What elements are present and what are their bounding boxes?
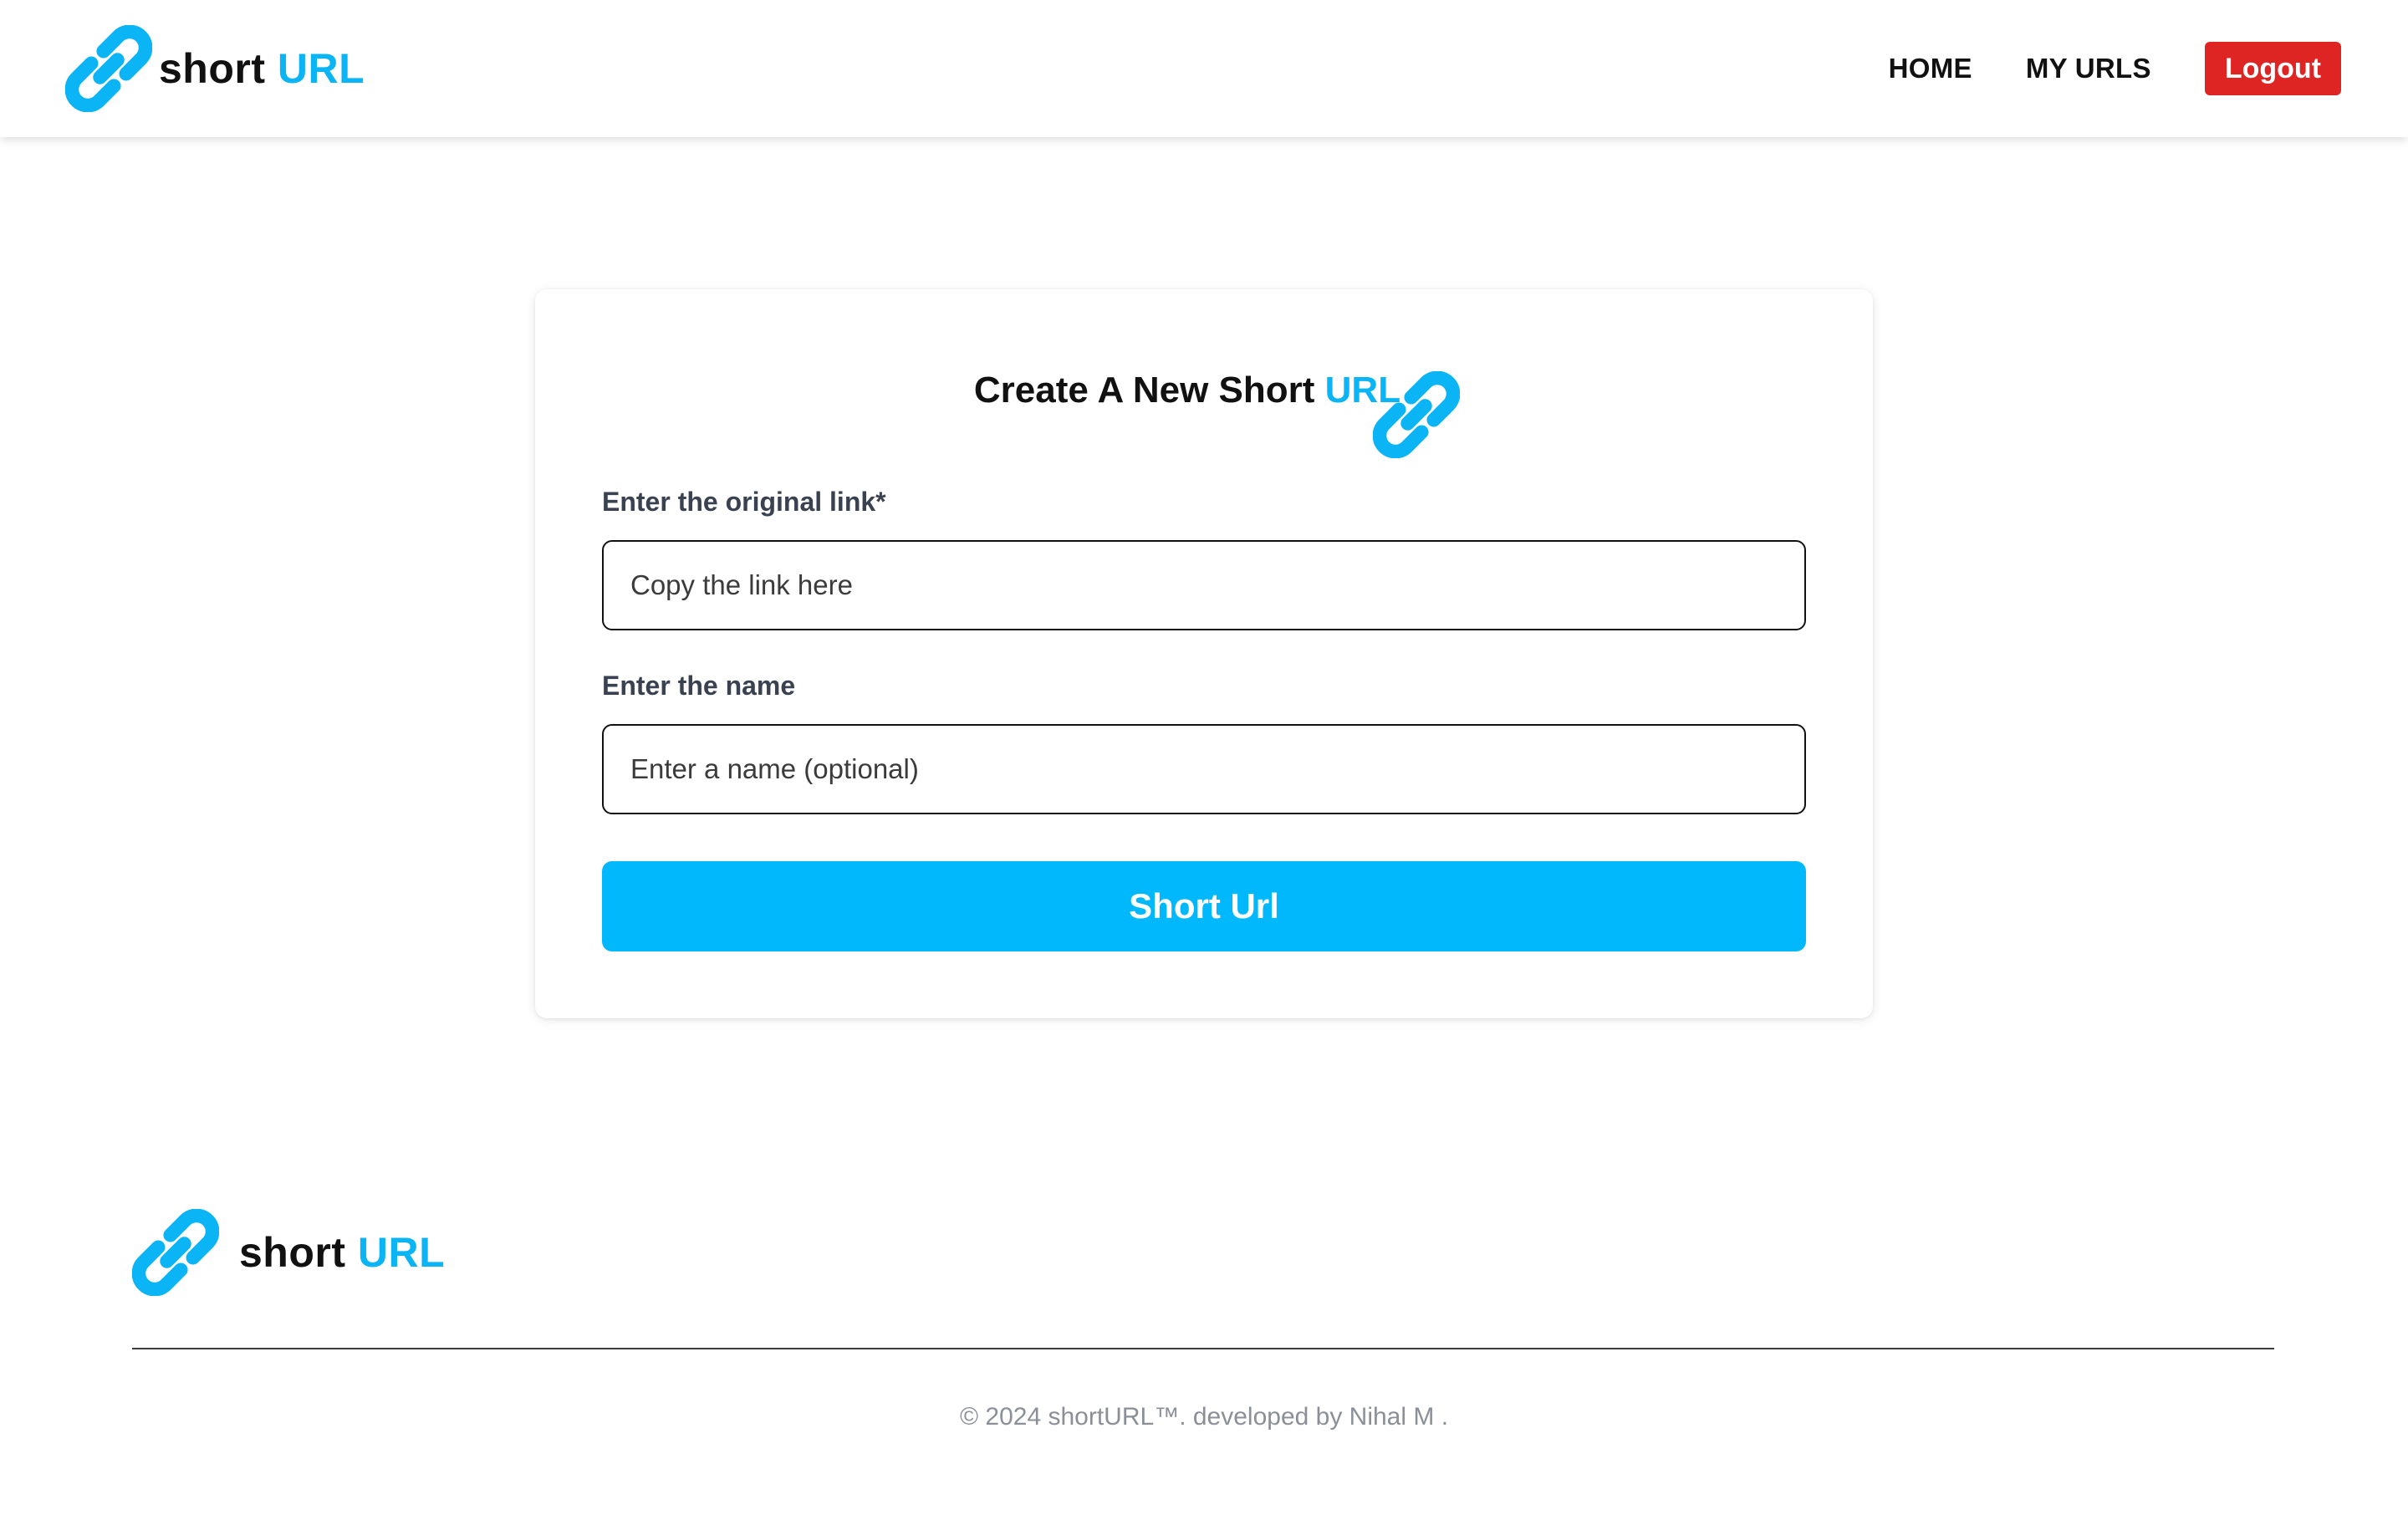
link-chain-icon (1373, 371, 1460, 458)
page-title-text: Create A New Short (973, 370, 1315, 411)
main-nav: HOME MY URLS Logout (1889, 42, 2341, 95)
logout-button[interactable]: Logout (2204, 42, 2341, 95)
short-url-submit-button[interactable]: Short Url (602, 861, 1806, 951)
link-chain-icon (132, 1209, 219, 1296)
brand-name-accent: URL (277, 45, 365, 92)
name-label: Enter the name (602, 671, 796, 701)
footer-brand-logo[interactable]: short URL (132, 1207, 445, 1298)
create-short-url-card: Create A New Short URL Enter the origina… (535, 289, 1873, 1018)
copyright-text: © 2024 shortURL™. developed by Nihal M . (959, 1403, 1449, 1431)
nav-home-link[interactable]: HOME (1889, 53, 1972, 84)
original-link-label: Enter the original link* (602, 487, 886, 517)
brand-name-text: short (159, 45, 266, 92)
brand-name: short URL (159, 44, 365, 93)
footer-brand-name: short URL (239, 1228, 445, 1277)
page-title: Create A New Short URL (974, 361, 1400, 420)
original-link-input[interactable] (602, 540, 1806, 630)
footer-divider (132, 1348, 2274, 1349)
name-input[interactable] (602, 724, 1806, 814)
card-title-row: Create A New Short URL (535, 361, 1873, 420)
footer-brand-name-text: short (239, 1229, 346, 1276)
site-header: short URL HOME MY URLS Logout (0, 0, 2408, 137)
nav-my-urls-link[interactable]: MY URLS (2026, 53, 2151, 84)
brand-logo[interactable]: short URL (65, 23, 365, 114)
footer-brand-name-accent: URL (357, 1229, 446, 1276)
link-chain-icon (65, 25, 152, 112)
